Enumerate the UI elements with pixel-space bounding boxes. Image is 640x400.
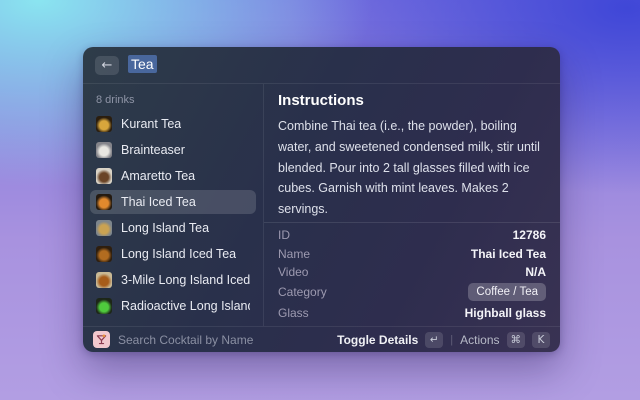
actions-button[interactable]: Actions	[460, 333, 499, 347]
metadata-label: ID	[278, 228, 290, 242]
metadata-row: Name Thai Iced Tea	[278, 247, 546, 261]
list-item[interactable]: Brainteaser	[90, 138, 256, 162]
drink-thumbnail	[96, 142, 112, 158]
toggle-details-button[interactable]: Toggle Details	[337, 333, 418, 347]
metadata-value: 12786	[513, 228, 546, 242]
metadata-row: Glass Highball glass	[278, 306, 546, 320]
metadata-row: ID 12786	[278, 228, 546, 242]
drink-thumbnail	[96, 116, 112, 132]
results-panel: 8 drinks Kurant Tea Brainteaser Amaretto T…	[83, 84, 264, 326]
category-badge: Coffee / Tea	[468, 283, 546, 301]
metadata-label: Glass	[278, 306, 309, 320]
drink-name-label: Radioactive Long Island Iced Tea	[121, 299, 250, 313]
list-item[interactable]: Long Island Tea	[90, 216, 256, 240]
cocktail-glass-icon	[96, 334, 107, 345]
list-item[interactable]: Thai Iced Tea	[90, 190, 256, 214]
drink-thumbnail	[96, 220, 112, 236]
list-item[interactable]: Radioactive Long Island Iced Tea	[90, 294, 256, 318]
drink-name-label: Amaretto Tea	[121, 169, 195, 183]
drink-thumbnail	[96, 168, 112, 184]
metadata-value: Highball glass	[465, 306, 546, 320]
drinks-list: Kurant Tea Brainteaser Amaretto Tea Thai Ic…	[90, 112, 256, 318]
back-arrow-icon: ←	[102, 58, 113, 73]
footer-separator: |	[450, 334, 453, 346]
drink-name-label: Long Island Iced Tea	[121, 247, 236, 261]
drink-thumbnail	[96, 272, 112, 288]
search-header: ← Tea	[83, 47, 560, 84]
drink-thumbnail	[96, 298, 112, 314]
keyboard-shortcut-key: ⌘	[507, 332, 526, 348]
list-item[interactable]: Long Island Iced Tea	[90, 242, 256, 266]
action-bar: Search Cocktail by Name Toggle Details ↵ |…	[83, 326, 560, 352]
metadata-label: Name	[278, 247, 310, 261]
list-item[interactable]: Kurant Tea	[90, 112, 256, 136]
keyboard-shortcut-key: K	[532, 332, 550, 348]
list-item[interactable]: Amaretto Tea	[90, 164, 256, 188]
metadata-value: N/A	[525, 265, 546, 279]
drink-name-label: Kurant Tea	[121, 117, 181, 131]
list-item[interactable]: 3-Mile Long Island Iced Tea	[90, 268, 256, 292]
metadata-label: Video	[278, 265, 308, 279]
cocktail-app-icon	[93, 331, 110, 348]
drink-thumbnail	[96, 194, 112, 210]
instructions-heading: Instructions	[278, 92, 546, 109]
drink-name-label: 3-Mile Long Island Iced Tea	[121, 273, 250, 287]
drink-name-label: Long Island Tea	[121, 221, 209, 235]
metadata-panel: ID 12786 Name Thai Iced Tea Video N/A Category…	[264, 222, 560, 326]
instructions-section: Instructions Combine Thai tea (i.e., the…	[264, 84, 560, 222]
drink-name-label: Thai Iced Tea	[121, 195, 196, 209]
back-button[interactable]: ←	[95, 56, 119, 75]
instructions-body: Combine Thai tea (i.e., the powder), boi…	[278, 116, 546, 220]
launcher-window: ← Tea 8 drinks Kurant Tea Brainteaser Amar…	[83, 47, 560, 352]
command-name-label: Search Cocktail by Name	[118, 333, 329, 347]
search-input[interactable]: Tea	[128, 56, 157, 74]
drink-thumbnail	[96, 246, 112, 262]
footer-actions: Toggle Details ↵ | Actions ⌘ K	[337, 332, 550, 348]
search-query-text: Tea	[128, 55, 157, 73]
metadata-row: Video N/A	[278, 265, 546, 279]
drink-name-label: Brainteaser	[121, 143, 185, 157]
detail-panel: Instructions Combine Thai tea (i.e., the…	[264, 84, 560, 326]
results-count-label: 8 drinks	[90, 94, 256, 106]
metadata-label: Category	[278, 285, 327, 299]
metadata-value: Thai Iced Tea	[471, 247, 546, 261]
keyboard-shortcut-key: ↵	[425, 332, 443, 348]
metadata-row: Category Coffee / Tea	[278, 283, 546, 301]
